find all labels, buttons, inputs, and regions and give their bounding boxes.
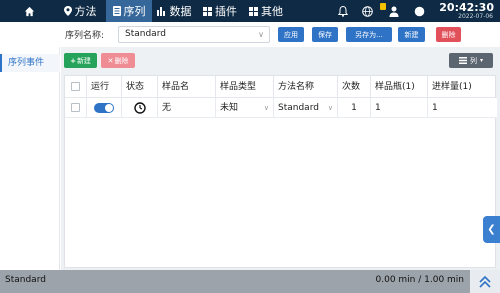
add-row-label: 新建 (76, 56, 91, 65)
remove-row-button[interactable]: ✕ 删除 (101, 53, 135, 68)
header-run: 运行 (87, 76, 122, 98)
home-icon (24, 6, 35, 16)
header-sample-type: 样品类型 (216, 76, 274, 98)
sequence-name-value: Standard (125, 29, 166, 39)
close-icon: ✕ (107, 56, 114, 65)
chevron-down-icon: ∨ (327, 104, 333, 112)
user-button[interactable] (386, 0, 402, 22)
header-vial: 样品瓶(1) (371, 76, 428, 98)
chevron-down-icon: ∨ (258, 30, 264, 39)
header-status: 状态 (122, 76, 158, 98)
status-button[interactable] (411, 0, 427, 22)
remove-row-label: 删除 (114, 56, 129, 65)
nav-tab-other[interactable]: 其他 (246, 0, 286, 22)
sample-type-cell[interactable]: 未知 ∨ (216, 98, 274, 118)
header-method-name: 方法名称 (274, 76, 338, 98)
chevron-down-icon: ∨ (263, 104, 269, 112)
status-bar: Standard 0.00 min / 1.00 min (0, 270, 500, 293)
header-count: 次数 (338, 76, 371, 98)
notification-button[interactable] (335, 0, 351, 22)
sequence-table: 运行 状态 样品名 样品类型 方法名称 次数 样品瓶(1) 进样量(1) 无 未… (64, 75, 497, 268)
row-select-cell[interactable] (65, 98, 87, 118)
document-icon (112, 6, 121, 16)
side-panel-handle[interactable]: ❮ (483, 216, 500, 243)
sample-name-cell[interactable]: 无 (158, 98, 216, 118)
sidebar: 序列事件 (0, 47, 60, 270)
new-sequence-button[interactable]: 新建 (398, 27, 425, 42)
apps-icon (249, 6, 258, 16)
language-button[interactable] (359, 0, 375, 22)
row-checkbox[interactable] (71, 103, 80, 112)
location-icon (63, 6, 72, 16)
grid-icon (203, 6, 212, 16)
clock-icon (133, 101, 146, 114)
sequence-name-select[interactable]: Standard ∨ (118, 26, 270, 43)
select-all-checkbox[interactable] (71, 82, 80, 91)
top-nav-bar: 方法 序列 数据 插件 其他 20:42:30 2022-07-06 (0, 0, 500, 22)
user-icon (389, 6, 399, 17)
header-injection-volume: 进样量(1) (428, 76, 497, 98)
run-toggle[interactable] (94, 102, 114, 113)
nav-tab-data[interactable]: 数据 (154, 0, 194, 22)
sequence-name-label: 序列名称: (65, 31, 105, 41)
globe-icon (361, 5, 373, 17)
nav-tab-label: 插件 (215, 5, 237, 18)
nav-tab-label: 序列 (123, 5, 146, 18)
plus-icon: + (70, 56, 76, 65)
status-sequence-name: Standard (5, 275, 46, 285)
chevron-left-icon: ❮ (487, 224, 496, 235)
nav-tab-plugins[interactable]: 插件 (200, 0, 240, 22)
expand-status-button[interactable] (470, 270, 500, 293)
columns-label: 列 (469, 56, 477, 65)
method-name-cell[interactable]: Standard ∨ (274, 98, 338, 118)
nav-tab-label: 方法 (74, 5, 97, 18)
status-cell (122, 98, 158, 118)
count-cell[interactable]: 1 (338, 98, 371, 118)
nav-tab-label: 数据 (169, 5, 192, 18)
vial-cell[interactable]: 1 (371, 98, 428, 118)
method-name-value: Standard (278, 103, 319, 113)
select-all-header[interactable] (65, 76, 87, 98)
nav-tab-method[interactable]: 方法 (58, 0, 102, 22)
apply-button[interactable]: 应用 (278, 27, 304, 42)
clock-date: 2022-07-06 (458, 13, 493, 20)
columns-button[interactable]: 列 ▾ (449, 53, 493, 68)
nav-tab-sequence[interactable]: 序列 (106, 0, 152, 22)
bar-chart-icon (156, 6, 165, 16)
caret-down-icon: ▾ (479, 57, 483, 64)
run-toggle-cell[interactable] (87, 98, 122, 118)
sidebar-item-sequence-events[interactable]: 序列事件 (0, 54, 60, 72)
sample-type-value: 未知 (220, 103, 239, 113)
add-row-button[interactable]: + 新建 (64, 53, 97, 68)
bell-icon (338, 5, 348, 17)
header-sample-name: 样品名 (158, 76, 216, 98)
nav-tab-label: 其他 (261, 5, 283, 18)
double-chevron-up-icon (479, 275, 491, 288)
sequence-events-panel: + 新建 ✕ 删除 列 ▾ 运行 状态 样品名 样品类型 方法名称 次数 样品瓶… (61, 47, 500, 270)
clock-icon (414, 6, 424, 16)
save-as-button[interactable]: 另存为... (346, 27, 392, 42)
home-button[interactable] (18, 0, 44, 22)
status-run-time: 0.00 min / 1.00 min (375, 275, 465, 285)
injection-volume-cell[interactable]: 1 (428, 98, 497, 118)
sequence-toolbar: 序列名称: Standard ∨ 应用 保存 另存为... 新建 删除 (0, 22, 500, 47)
save-button[interactable]: 保存 (312, 27, 338, 42)
list-icon (458, 57, 467, 64)
delete-sequence-button[interactable]: 删除 (436, 27, 461, 42)
